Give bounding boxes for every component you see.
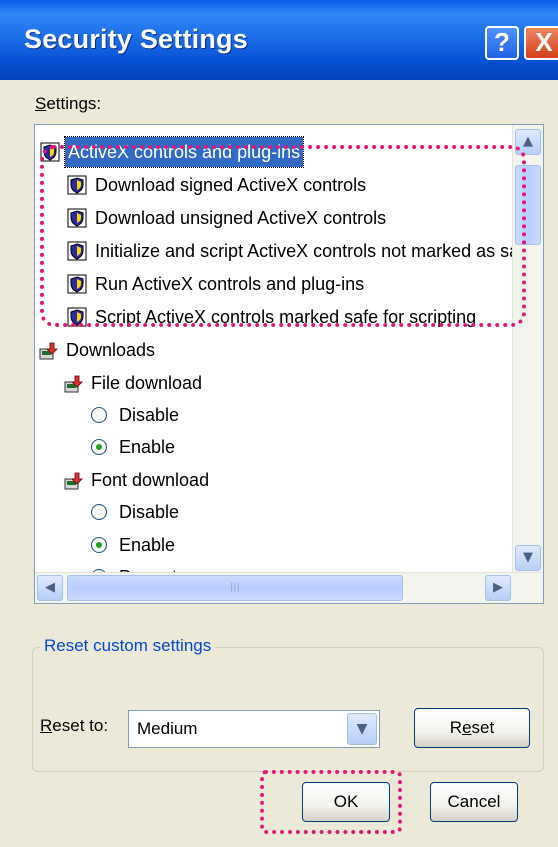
settings-tree[interactable]: ActiveX controls and plug-ins Download s… [34,124,544,604]
settings-label: Settings: [35,94,102,113]
reset-level-value: Medium [137,719,198,738]
horizontal-scrollbar[interactable]: ◀ ||| ▶ [35,572,543,603]
vertical-scroll-thumb[interactable] [515,165,541,245]
window-title: Security Settings [24,24,248,54]
download-icon [63,373,83,393]
help-button[interactable]: ? [485,26,519,60]
download-icon [63,470,83,490]
vertical-scrollbar[interactable]: ▲ ▼ [512,125,543,575]
ok-button[interactable]: OK [302,782,390,822]
close-button[interactable]: X [524,26,558,60]
security-settings-dialog: Security Settings ? X Settings: ActiveX … [0,0,558,847]
scroll-up-button[interactable]: ▲ [515,129,541,155]
download-icon [38,340,58,360]
horizontal-scroll-thumb[interactable]: ||| [67,575,403,601]
shield-icon [40,142,60,162]
shield-icon [67,175,87,195]
shield-icon [67,241,87,261]
chevron-down-icon[interactable]: ▼ [347,713,377,745]
reset-button[interactable]: Reset [414,708,530,748]
scroll-left-button[interactable]: ◀ [37,575,63,601]
radio-button-selected[interactable] [91,439,107,455]
reset-group-legend: Reset custom settings [40,636,216,656]
reset-level-dropdown[interactable]: Medium ▼ [128,710,380,748]
shield-icon [67,274,87,294]
title-bar[interactable]: Security Settings ? X [0,0,558,80]
scroll-right-button[interactable]: ▶ [485,575,511,601]
radio-button-selected[interactable] [91,537,107,553]
scroll-down-button[interactable]: ▼ [515,545,541,571]
radio-button[interactable] [91,504,107,520]
cancel-button[interactable]: Cancel [430,782,518,822]
radio-button[interactable] [91,407,107,423]
shield-icon [67,208,87,228]
shield-icon [67,307,87,327]
reset-to-label: Reset to: [40,716,109,735]
scroll-corner [513,573,543,603]
